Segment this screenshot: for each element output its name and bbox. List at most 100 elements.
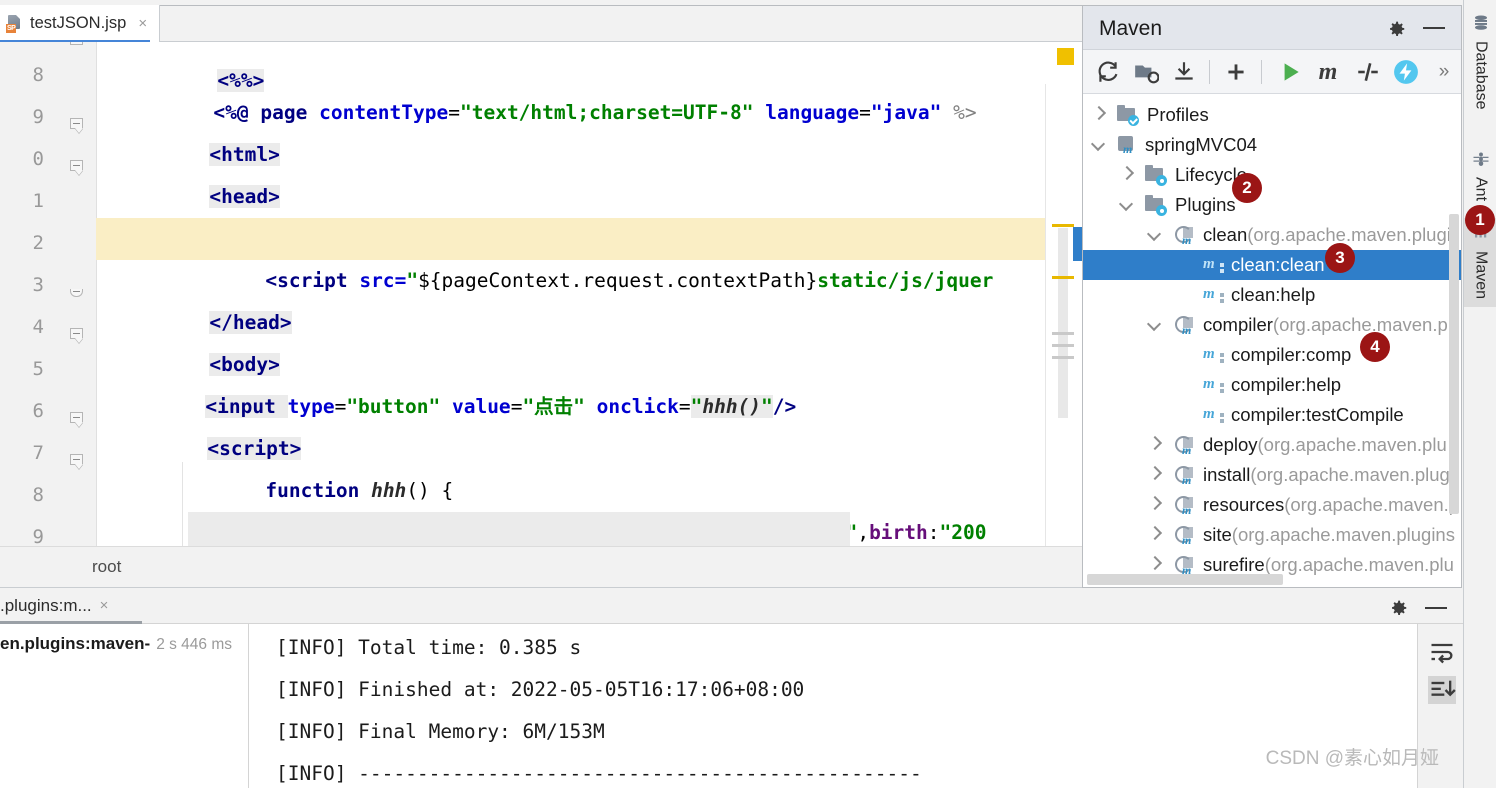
reload-icon[interactable]: [1095, 59, 1121, 85]
chevron-right-icon[interactable]: [1091, 107, 1107, 123]
plugin-icon: m: [1175, 435, 1197, 457]
marker-info[interactable]: [1052, 344, 1074, 347]
tree-label: surefire: [1203, 554, 1265, 575]
chevron-right-icon[interactable]: [1147, 467, 1163, 483]
add-icon[interactable]: [1223, 59, 1249, 85]
tree-row-site-plugin[interactable]: m site (org.apache.maven.plugins: [1083, 520, 1461, 550]
tree-label: site: [1203, 524, 1232, 545]
fold-handle[interactable]: [70, 412, 86, 428]
chevron-right-icon[interactable]: [1147, 437, 1163, 453]
close-icon[interactable]: ×: [136, 16, 149, 31]
tree-row-compiler-compile[interactable]: m compiler:comp: [1083, 340, 1461, 370]
tok-val-language: "java": [870, 101, 942, 124]
chevron-right-icon[interactable]: [1147, 557, 1163, 573]
fold-handle[interactable]: [70, 328, 86, 344]
tool-button-ant[interactable]: Ant: [1464, 150, 1496, 201]
tree-row-resources-plugin[interactable]: m resources (org.apache.maven.p: [1083, 490, 1461, 520]
line-number: 6: [32, 400, 44, 422]
breadcrumb-label: root: [92, 557, 122, 576]
fold-handle[interactable]: [70, 160, 86, 176]
gear-icon[interactable]: [1385, 18, 1407, 40]
tree-horizontal-scrollbar[interactable]: [1087, 574, 1283, 585]
tree-row-compiler-testcompile[interactable]: m compiler:testCompile: [1083, 400, 1461, 430]
soft-wrap-icon[interactable]: [1428, 638, 1456, 666]
fold-handle[interactable]: [70, 118, 86, 134]
plugin-icon: m: [1175, 315, 1197, 337]
chevron-right-icon[interactable]: [1119, 167, 1135, 183]
code-line-17: function hhh() {: [148, 428, 453, 502]
marker-info[interactable]: [1052, 356, 1074, 359]
chevron-down-icon[interactable]: [1091, 137, 1107, 153]
chevron-down-icon[interactable]: [1119, 197, 1135, 213]
toggle-offline-icon[interactable]: [1393, 59, 1419, 85]
chevron-right-icon[interactable]: [1147, 497, 1163, 513]
code-text[interactable]: <%%> <%@ page contentType="text/html;cha…: [96, 42, 1046, 546]
tree-row-plugins[interactable]: Plugins: [1083, 190, 1461, 220]
marker-warning[interactable]: [1052, 224, 1074, 227]
tree-row-clean-plugin[interactable]: m clean (org.apache.maven.plugi: [1083, 220, 1461, 250]
execute-maven-goal-icon[interactable]: m: [1315, 59, 1341, 85]
tree-row-compiler-help[interactable]: m compiler:help: [1083, 370, 1461, 400]
fold-handle[interactable]: [70, 454, 86, 470]
maven-tree[interactable]: Profiles m springMVC04 Lifecycle Plugins…: [1083, 94, 1461, 587]
editor-tab-testjson[interactable]: SP testJSON.jsp ×: [0, 5, 161, 42]
tok-quote3: ": [761, 395, 773, 418]
tree-label: Plugins: [1175, 194, 1236, 215]
maven-tool-window: Maven m » Profiles m springMVC04 Lifecyc…: [1082, 5, 1462, 588]
chevron-right-icon[interactable]: [1147, 527, 1163, 543]
tree-row-profiles[interactable]: Profiles: [1083, 100, 1461, 130]
tree-row-compiler-plugin[interactable]: m compiler (org.apache.maven.p: [1083, 310, 1461, 340]
editor-marker-strip[interactable]: [1045, 84, 1082, 546]
plugin-icon: m: [1175, 555, 1197, 577]
jsp-file-icon: SP: [6, 14, 23, 33]
minimize-icon[interactable]: [1425, 607, 1447, 609]
toggle-skip-tests-icon[interactable]: [1355, 59, 1381, 85]
tree-row-springmvc04[interactable]: m springMVC04: [1083, 130, 1461, 160]
tool-button-database[interactable]: Database: [1464, 14, 1496, 110]
tree-label: deploy: [1203, 434, 1258, 455]
scroll-to-end-icon[interactable]: [1428, 676, 1456, 704]
tree-row-clean-help[interactable]: m clean:help: [1083, 280, 1461, 310]
line-number: 8: [32, 64, 44, 86]
fold-handle[interactable]: [70, 42, 86, 50]
chevron-down-icon[interactable]: [1147, 317, 1163, 333]
run-configuration-list[interactable]: en.plugins:maven- 2 s 446 ms: [0, 624, 249, 788]
marker-warning[interactable]: [1052, 276, 1074, 279]
tree-row-install-plugin[interactable]: m install (org.apache.maven.plug: [1083, 460, 1461, 490]
plugin-icon: m: [1175, 525, 1197, 547]
tree-vertical-scrollbar[interactable]: [1449, 214, 1459, 514]
download-sources-icon[interactable]: [1171, 59, 1197, 85]
code-line-12: <script src="${pageContext.request.conte…: [96, 218, 1046, 292]
run-item-duration: 2 s 446 ms: [156, 636, 232, 653]
fold-handle[interactable]: [70, 286, 86, 302]
run-list-item[interactable]: en.plugins:maven- 2 s 446 ms: [0, 634, 232, 654]
editor-scrollbar[interactable]: [1058, 228, 1068, 418]
tok-val-contenttype: "text/html;charset=UTF-8": [459, 101, 754, 124]
tool-button-label: Database: [1472, 41, 1490, 110]
chevron-down-icon[interactable]: [1147, 227, 1163, 243]
console-output[interactable]: [INFO] Total time: 0.385 s [INFO] Finish…: [250, 624, 1416, 788]
editor-tabbar: SP testJSON.jsp ×: [0, 0, 1082, 42]
close-icon[interactable]: ×: [100, 597, 109, 614]
minimize-icon[interactable]: [1423, 27, 1445, 29]
tree-row-deploy-plugin[interactable]: m deploy (org.apache.maven.plu: [1083, 430, 1461, 460]
gear-icon[interactable]: [1387, 597, 1409, 619]
run-icon[interactable]: [1277, 59, 1303, 85]
tok-eq6: =: [678, 395, 691, 418]
code-line-13: </head>: [92, 260, 292, 334]
goal-icon: m: [1203, 375, 1225, 395]
tree-row-clean-clean[interactable]: m clean:clean: [1083, 250, 1461, 280]
tree-row-lifecycle[interactable]: Lifecycle: [1083, 160, 1461, 190]
code-viewport[interactable]: 7 8 9 0 1 2 3 4 5 6 7 8 9: [0, 42, 1082, 546]
breadcrumb[interactable]: root: [0, 546, 1082, 588]
tree-label-suffix: (org.apache.maven.p: [1272, 314, 1448, 335]
tok-selfclose: />: [772, 395, 797, 418]
add-maven-project-icon[interactable]: [1133, 59, 1160, 85]
line-number: 9: [32, 526, 44, 546]
more-icon[interactable]: »: [1431, 59, 1457, 85]
marker-info[interactable]: [1052, 332, 1074, 335]
maven-toolbar: m »: [1083, 50, 1461, 94]
tok-val-birth: "200: [939, 521, 987, 544]
console-tab[interactable]: .plugins:m... ×: [0, 588, 116, 623]
inspection-status-icon[interactable]: [1057, 48, 1074, 65]
